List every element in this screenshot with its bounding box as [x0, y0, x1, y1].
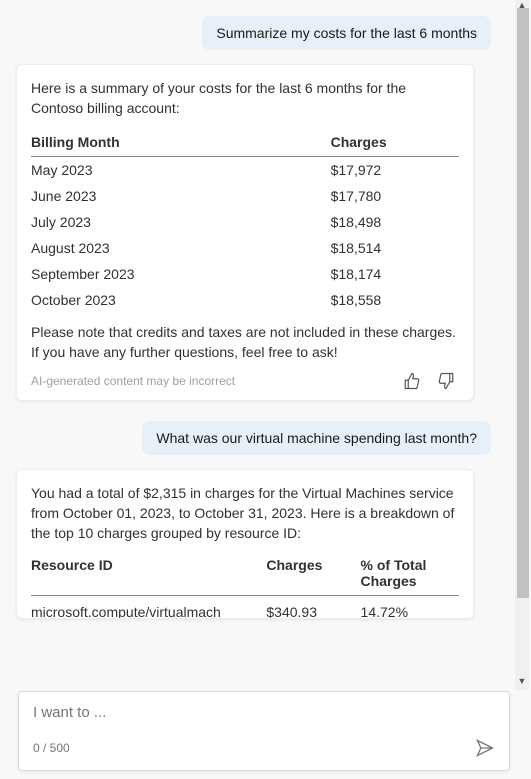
ai-response-card: Here is a summary of your costs for the …: [16, 64, 474, 401]
table-row: October 2023$18,558: [31, 287, 459, 313]
cell-charges: $17,972: [331, 157, 459, 184]
cell-month: October 2023: [31, 287, 331, 313]
table-row: August 2023$18,514: [31, 235, 459, 261]
thumbs-down-icon[interactable]: [437, 372, 455, 390]
send-icon[interactable]: [475, 738, 495, 758]
cell-charges: $18,174: [331, 261, 459, 287]
cell-resource: microsoft.compute/virtualmach: [31, 596, 266, 620]
table-header-month: Billing Month: [31, 128, 331, 157]
cell-month: May 2023: [31, 157, 331, 184]
table-row: June 2023$17,780: [31, 183, 459, 209]
user-bubble: What was our virtual machine spending la…: [142, 421, 491, 455]
user-message: What was our virtual machine spending la…: [16, 421, 491, 455]
cell-pct: 14.72%: [361, 596, 459, 620]
scrollbar-thumb[interactable]: [517, 8, 529, 598]
chat-input-placeholder: I want to ...: [33, 704, 495, 721]
chat-container[interactable]: Summarize my costs for the last 6 months…: [0, 0, 531, 690]
table-row: microsoft.compute/virtualmach $340.93 14…: [31, 596, 459, 620]
table-header-pct: % of Total Charges: [361, 553, 459, 596]
cell-month: July 2023: [31, 209, 331, 235]
table-header-charges: Charges: [266, 553, 360, 596]
user-message: Summarize my costs for the last 6 months: [16, 16, 491, 50]
resource-breakdown-table: Resource ID Charges % of Total Charges m…: [31, 553, 459, 619]
cell-charges: $18,514: [331, 235, 459, 261]
ai-outro-text: Please note that credits and taxes are n…: [31, 323, 459, 362]
table-header-charges: Charges: [331, 128, 459, 157]
character-counter: 0 / 500: [33, 741, 70, 755]
user-bubble: Summarize my costs for the last 6 months: [202, 16, 491, 50]
table-row: September 2023$18,174: [31, 261, 459, 287]
ai-intro-text: Here is a summary of your costs for the …: [31, 79, 459, 118]
ai-response-card: You had a total of $2,315 in charges for…: [16, 469, 474, 619]
ai-intro-text: You had a total of $2,315 in charges for…: [31, 484, 459, 543]
cell-month: September 2023: [31, 261, 331, 287]
ai-disclaimer: AI-generated content may be incorrect: [31, 374, 235, 388]
cell-charges: $18,558: [331, 287, 459, 313]
scroll-down-arrow[interactable]: ▼: [517, 676, 527, 686]
cell-month: August 2023: [31, 235, 331, 261]
table-row: July 2023$18,498: [31, 209, 459, 235]
cell-charges: $17,780: [331, 183, 459, 209]
chat-input-area[interactable]: I want to ... 0 / 500: [18, 691, 510, 771]
cost-summary-table: Billing Month Charges May 2023$17,972 Ju…: [31, 128, 459, 313]
cell-charges: $340.93: [266, 596, 360, 620]
cell-charges: $18,498: [331, 209, 459, 235]
table-row: May 2023$17,972: [31, 157, 459, 184]
cell-month: June 2023: [31, 183, 331, 209]
thumbs-up-icon[interactable]: [403, 372, 421, 390]
table-header-resource: Resource ID: [31, 553, 266, 596]
